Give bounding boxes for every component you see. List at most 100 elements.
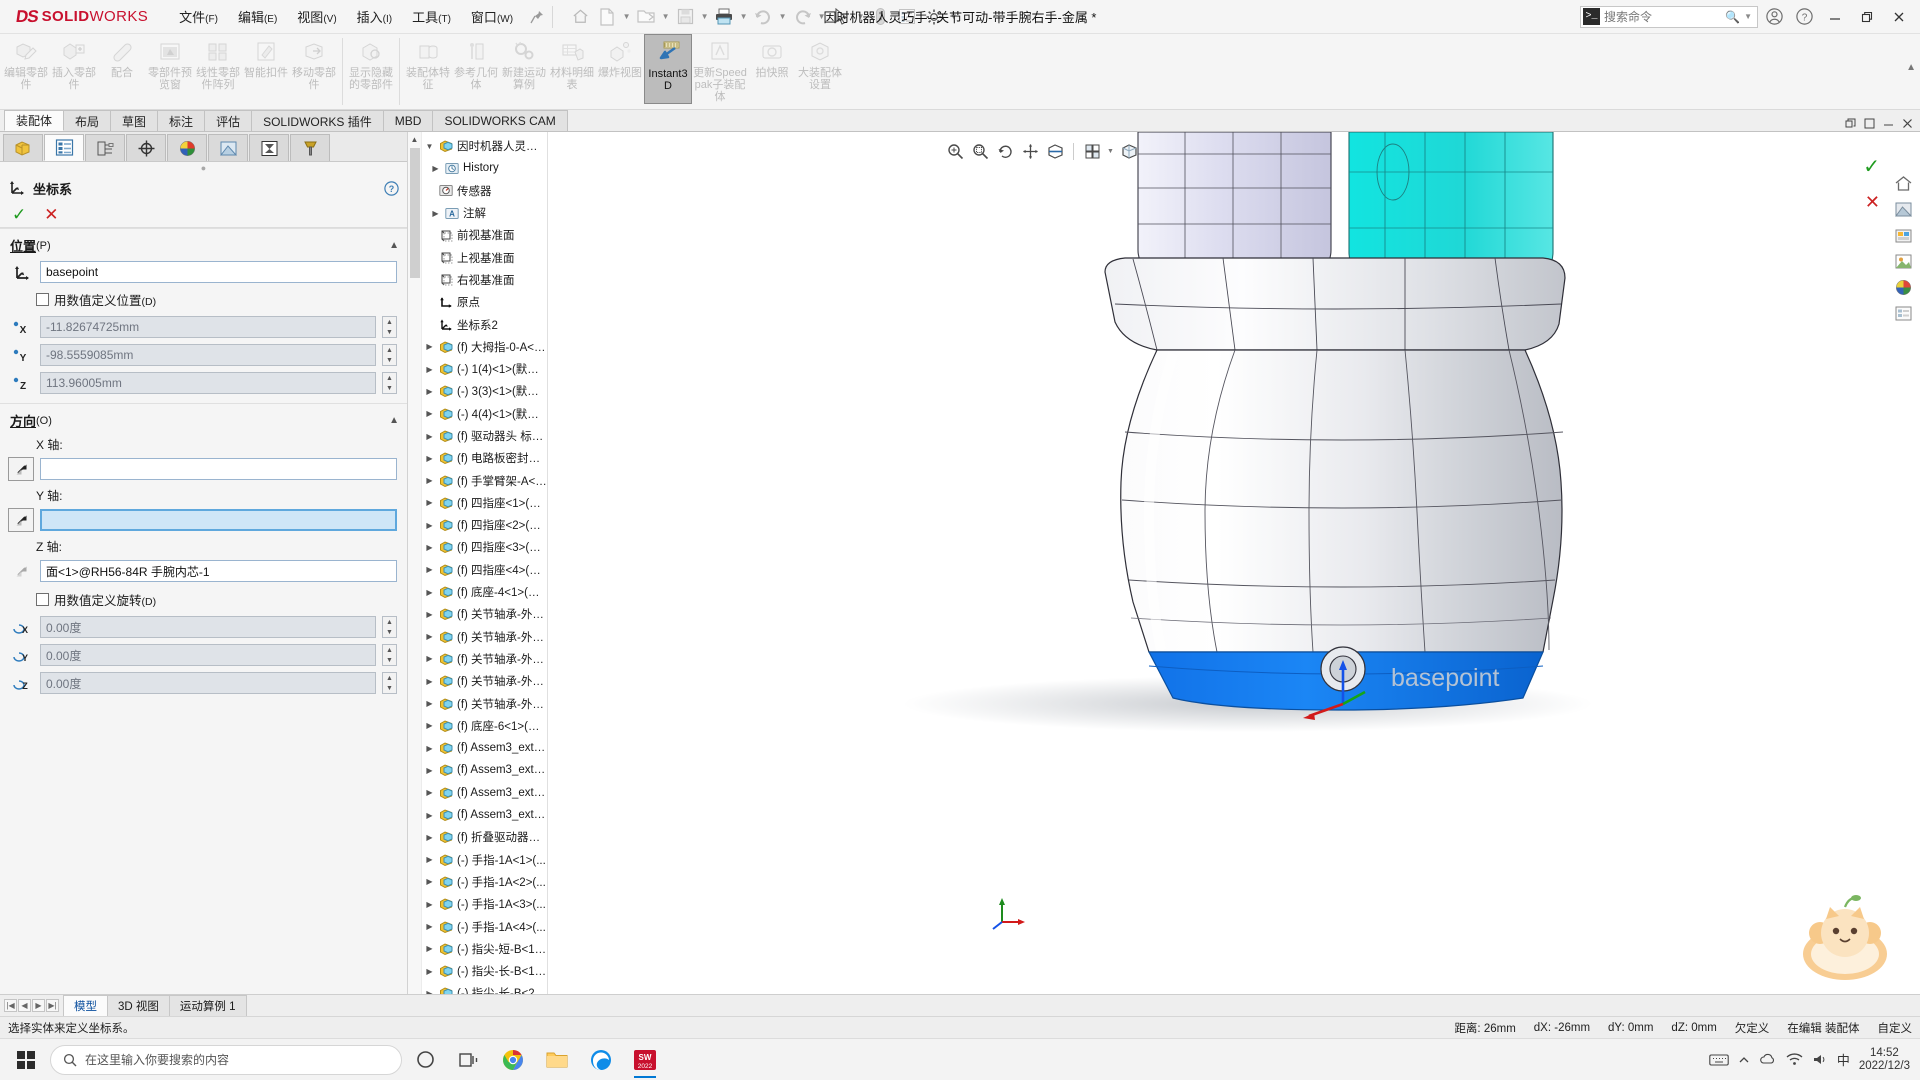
chrome-icon[interactable] (492, 1040, 534, 1080)
z-axis-row[interactable]: 面<1>@RH56-84R 手腕内芯-1 (0, 556, 407, 586)
scroll-first-icon[interactable]: |◀ (4, 999, 17, 1012)
ribbon-component-preview[interactable]: 零部件预览窗 (146, 34, 194, 104)
position-selection-input[interactable]: basepoint (40, 261, 397, 283)
chevron-right-icon[interactable]: ▶ (424, 989, 435, 994)
minimize-icon[interactable] (1820, 4, 1850, 30)
rotation-x-row[interactable]: X 0.00度 ▲▼ (0, 613, 407, 641)
capsule-icon[interactable] (867, 4, 893, 30)
chevron-down-icon[interactable]: ▼ (948, 4, 959, 30)
z-axis-input[interactable]: 面<1>@RH56-84R 手腕内芯-1 (40, 560, 397, 582)
position-x-row[interactable]: X -11.82674725mm ▲▼ (0, 313, 407, 341)
tree-node-component[interactable]: ▶ (-) 指尖-短-B<1>... (422, 938, 547, 960)
ribbon-large-assembly-settings[interactable]: 大装配体设置 (796, 34, 844, 104)
scene-sphere-icon[interactable] (1892, 276, 1914, 298)
tree-node-root[interactable]: ▼ 因时机器人灵巧手--关... (422, 135, 547, 157)
chevron-right-icon[interactable]: ▶ (424, 342, 435, 351)
chevron-right-icon[interactable]: ▶ (424, 944, 435, 953)
chevron-right-icon[interactable]: ▶ (424, 387, 435, 396)
panel-drag-handle[interactable]: ● (0, 162, 407, 174)
scroll-up-icon[interactable]: ▲ (408, 132, 421, 146)
tab-layout[interactable]: 布局 (63, 110, 111, 131)
position-y-stepper[interactable]: ▲▼ (382, 344, 397, 366)
chevron-right-icon[interactable]: ▶ (424, 454, 435, 463)
tree-node-component[interactable]: ▶ (f) 大拇指-0-A<1... (422, 336, 547, 358)
display-pane-icon[interactable] (1892, 198, 1914, 220)
scroll-last-icon[interactable]: ▶| (46, 999, 59, 1012)
tree-node-component[interactable]: ▶ (f) 折叠驱动器V3... (422, 826, 547, 848)
position-z-row[interactable]: Z 113.96005mm ▲▼ (0, 369, 407, 397)
cancel-button[interactable]: ✕ (44, 205, 58, 225)
simulation-tab[interactable] (249, 134, 289, 161)
windows-start-icon[interactable] (4, 1040, 48, 1080)
restore-icon[interactable] (1852, 4, 1882, 30)
chevron-down-icon[interactable]: ▼ (424, 142, 435, 151)
bottom-tab-model[interactable]: 模型 (63, 995, 108, 1016)
tab-solidworks-addins[interactable]: SOLIDWORKS 插件 (251, 110, 384, 131)
appearance-folder-icon[interactable] (1892, 224, 1914, 246)
tree-node-component[interactable]: ▶ (f) 驱动器头 标配... (422, 425, 547, 447)
chevron-right-icon[interactable]: ▶ (424, 855, 435, 864)
chevron-down-icon[interactable]: ▼ (621, 4, 632, 30)
render-list-icon[interactable] (1892, 302, 1914, 324)
chevron-down-icon[interactable]: ▼ (777, 4, 788, 30)
y-axis-input[interactable] (40, 509, 397, 531)
tree-node-component[interactable]: ▶ (-) 手指-1A<4>(... (422, 915, 547, 937)
tree-node-component[interactable]: ▶ (-) 3(3)<1>(默认... (422, 380, 547, 402)
menu-file[interactable]: 文件(F) (170, 3, 227, 30)
tree-node-component[interactable]: ▶ (-) 4(4)<1>(默认... (422, 403, 547, 425)
help-circle-icon[interactable]: ? (384, 181, 399, 196)
wifi-icon[interactable] (1786, 1053, 1803, 1066)
menu-insert[interactable]: 插入(I) (348, 3, 401, 30)
position-selection-row[interactable]: basepoint (0, 258, 407, 286)
tree-node-component[interactable]: ▶ (-) 1(4)<1>(默认... (422, 358, 547, 380)
menu-bar[interactable]: 文件(F) 编辑(E) 视图(V) 插入(I) 工具(T) 窗口(W) (170, 3, 544, 30)
chevron-right-icon[interactable]: ▶ (424, 877, 435, 886)
file-explorer-icon[interactable] (536, 1040, 578, 1080)
chevron-right-icon[interactable]: ▶ (424, 521, 435, 530)
edge-icon[interactable] (580, 1040, 622, 1080)
chevron-right-icon[interactable]: ▶ (424, 922, 435, 931)
keyboard-icon[interactable] (1709, 1053, 1729, 1067)
ribbon-insert-component[interactable]: 插入零部件 (50, 34, 98, 104)
position-y-input[interactable]: -98.5559085mm (40, 344, 376, 366)
bottom-tab-3d-views[interactable]: 3D 视图 (107, 995, 170, 1016)
chevron-up-icon[interactable] (1738, 1054, 1750, 1066)
ribbon-reference-geometry[interactable]: 参考几何体 (452, 34, 500, 104)
tree-scrollbar[interactable]: ▲ (408, 132, 422, 994)
chevron-down-icon[interactable]: ▼ (855, 4, 866, 30)
open-folder-icon[interactable] (633, 4, 659, 30)
ribbon-smart-fastener[interactable]: 智能扣件 (242, 34, 290, 104)
tree-node-front-plane[interactable]: 前视基准面 (422, 224, 547, 246)
confirm-check-icon[interactable]: ✓ (1863, 154, 1880, 179)
chevron-right-icon[interactable]: ▶ (424, 543, 435, 552)
chevron-right-icon[interactable]: ▶ (424, 432, 435, 441)
chevron-up-icon[interactable]: ▲ (389, 240, 399, 251)
rotation-y-row[interactable]: Y 0.00度 ▲▼ (0, 641, 407, 669)
tree-node-coordinate-system-2[interactable]: 坐标系2 (422, 313, 547, 335)
tree-node-annotations[interactable]: ▶ A 注解 (422, 202, 547, 224)
tree-node-component[interactable]: ▶ (f) 四指座<2>(默... (422, 514, 547, 536)
rotation-z-stepper[interactable]: ▲▼ (382, 672, 397, 694)
chevron-right-icon[interactable]: ▶ (430, 164, 441, 173)
bottom-tab-motion-study[interactable]: 运动算例 1 (169, 995, 247, 1016)
magnifier-icon[interactable]: 🔍 (1725, 10, 1740, 24)
chevron-right-icon[interactable]: ▶ (424, 588, 435, 597)
gear-icon[interactable] (921, 4, 947, 30)
tree-node-right-plane[interactable]: 右视基准面 (422, 269, 547, 291)
chevron-right-icon[interactable]: ▶ (424, 833, 435, 842)
save-icon[interactable] (672, 4, 698, 30)
command-manager-tabs[interactable]: 装配体 布局 草图 标注 评估 SOLIDWORKS 插件 MBD SOLIDW… (0, 110, 1920, 132)
menu-edit[interactable]: 编辑(E) (229, 3, 286, 30)
ribbon-instant3d[interactable]: Instant3D (644, 34, 692, 104)
feature-tree-panel[interactable]: ▲ ▼ 因时机器人灵巧手--关... ▶ History (408, 132, 548, 994)
tree-node-component[interactable]: ▶ (f) 底座-6<1>(默... (422, 715, 547, 737)
axis-arrow-icon[interactable] (8, 559, 34, 583)
chevron-down-icon[interactable]: ▼ (699, 4, 710, 30)
ribbon-collapse-icon[interactable]: ▲ (1906, 62, 1916, 73)
chevron-right-icon[interactable]: ▶ (424, 967, 435, 976)
chevron-right-icon[interactable]: ▶ (424, 498, 435, 507)
tree-node-origin[interactable]: 原点 (422, 291, 547, 313)
system-tray[interactable]: 中 14:52 2022/12/3 (1709, 1047, 1916, 1073)
property-manager-actions[interactable]: ✓ ✕ (0, 202, 407, 228)
chevron-right-icon[interactable]: ▶ (424, 365, 435, 374)
